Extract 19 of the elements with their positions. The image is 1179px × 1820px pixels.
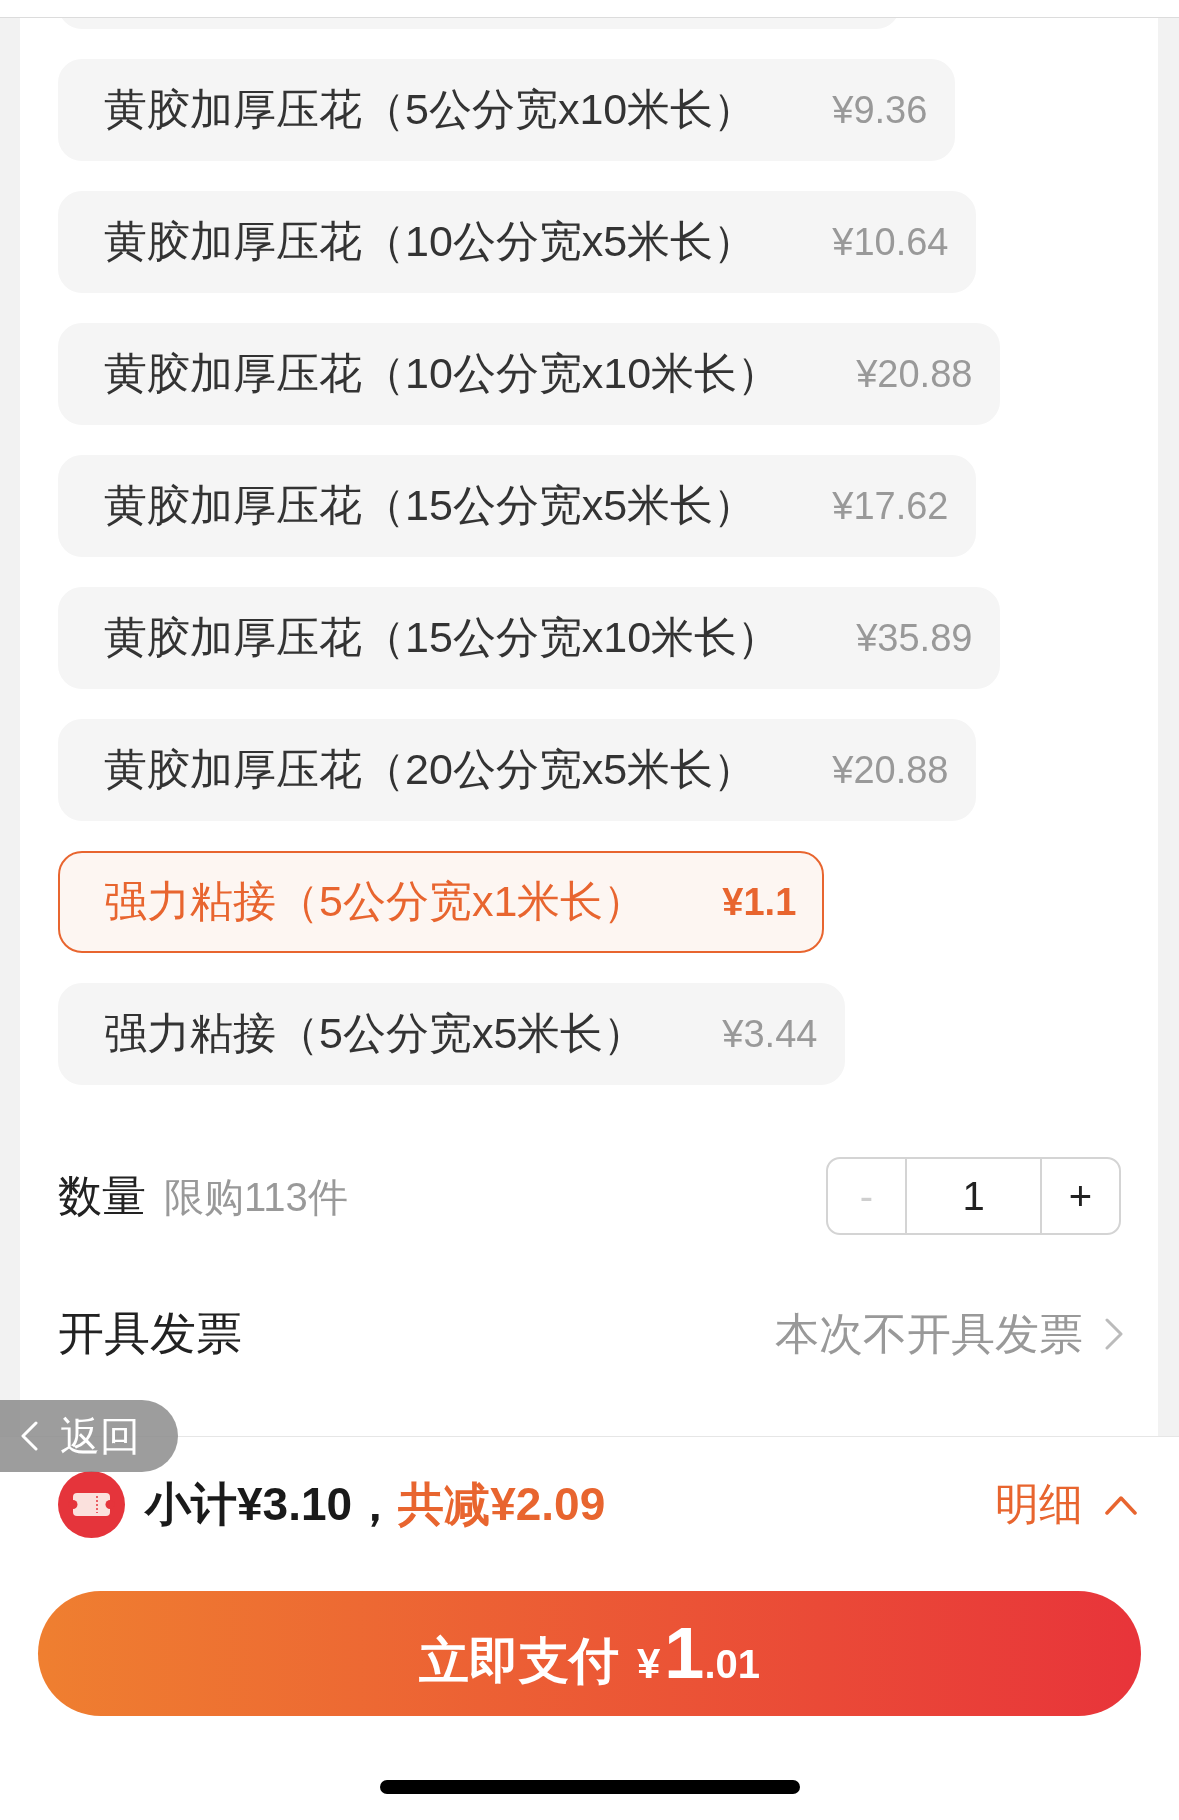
invoice-label: 开具发票 xyxy=(58,1306,242,1361)
option-chip[interactable]: 黄胶加厚压花（10公分宽x5米长） ¥10.64 xyxy=(58,191,977,293)
purchase-limit-text: 限购113件 xyxy=(164,1173,348,1221)
option-chip[interactable]: 黄胶加厚压花（15公分宽x5米长） ¥17.62 xyxy=(58,455,977,557)
pay-button[interactable]: 立即支付 ¥1.01 xyxy=(38,1591,1141,1716)
subtotal-text: 小计¥3.10， xyxy=(145,1476,399,1532)
caret-up-icon xyxy=(1105,1494,1137,1515)
increment-button[interactable]: + xyxy=(1042,1159,1119,1233)
quantity-label: 数量 xyxy=(58,1169,146,1222)
discount-text: 共减¥2.09 xyxy=(398,1476,606,1532)
option-chip[interactable]: 黄胶加厚压花（20公分宽x5米长） ¥20.88 xyxy=(58,719,977,821)
option-chip[interactable]: 黄胶加厚压花（10公分宽x10米长） ¥20.88 xyxy=(58,323,1001,425)
chevron-right-icon xyxy=(1105,1318,1123,1350)
chevron-left-icon xyxy=(20,1421,38,1451)
option-chip[interactable]: 黄胶加厚压花（15公分宽x10米长） ¥35.89 xyxy=(58,587,1001,689)
quantity-field[interactable]: 1 xyxy=(905,1159,1042,1233)
option-chip[interactable]: 强力粘接（5公分宽x5米长） ¥3.44 xyxy=(58,983,846,1085)
ticket-icon xyxy=(58,1471,125,1538)
option-chip[interactable]: 黄胶加厚压花（5公分宽x10米长） ¥9.36 xyxy=(58,59,956,161)
